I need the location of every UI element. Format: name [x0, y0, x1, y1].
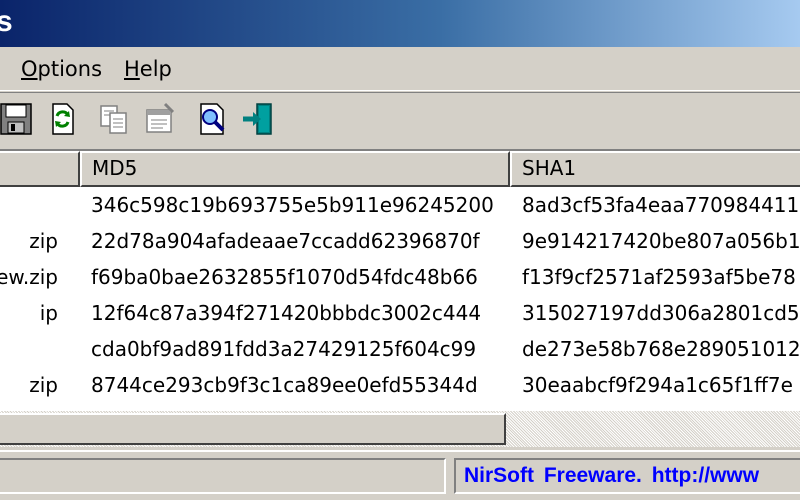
table-row[interactable]: ip 12f64c87a394f271420bbbdc3002c444 3150…	[0, 295, 800, 331]
save-icon	[0, 103, 32, 135]
menu-help-label: elp	[139, 57, 172, 81]
toolbar	[0, 92, 800, 148]
cell-filename: zip	[29, 229, 58, 253]
menu-help-mnemonic: H	[124, 57, 140, 81]
menu-help[interactable]: Help	[120, 55, 176, 85]
cell-md5: f69ba0bae2632855f1070d54fdc48b66	[91, 265, 478, 289]
cell-sha1: de273e58b768e289051012	[522, 337, 800, 361]
nirsoft-link[interactable]: NirSoft Freeware. http://www	[464, 460, 759, 492]
cell-md5: 8744ce293cb9f3c1ca89ee0efd55344d	[91, 373, 478, 397]
column-header-filename[interactable]	[0, 151, 80, 187]
scrollbar-thumb[interactable]	[0, 413, 506, 445]
exit-button[interactable]	[238, 99, 278, 139]
cell-md5: 12f64c87a394f271420bbbdc3002c444	[91, 301, 482, 325]
horizontal-scrollbar[interactable]	[0, 411, 800, 447]
cell-filename: ew.zip	[0, 265, 58, 289]
status-bar: NirSoft Freeware. http://www	[0, 450, 800, 500]
cell-sha1: 9e914217420be807a056b1	[522, 229, 800, 253]
column-header-sha1[interactable]: SHA1	[510, 151, 800, 187]
cell-md5: 22d78a904afadeaae7ccadd62396870f	[91, 229, 480, 253]
cell-filename	[0, 187, 80, 223]
refresh-button[interactable]	[42, 99, 82, 139]
cell-sha1: 30eaabcf9f294a1c65f1ff7e	[522, 373, 793, 397]
list-header: MD5 SHA1	[0, 151, 800, 187]
save-button[interactable]	[0, 99, 36, 139]
table-row[interactable]: zip 22d78a904afadeaae7ccadd62396870f 9e9…	[0, 223, 800, 259]
table-row[interactable]: 346c598c19b693755e5b911e96245200 8ad3cf5…	[0, 187, 800, 223]
cell-sha1: 315027197dd306a2801cd5e	[522, 301, 800, 325]
menu-options-mnemonic: O	[21, 57, 38, 81]
status-panel-link: NirSoft Freeware. http://www	[454, 458, 800, 494]
cell-sha1: 8ad3cf53fa4eaa770984411	[522, 193, 800, 217]
cell-md5: cda0bf9ad891fdd3a27429125f604c99	[91, 337, 477, 361]
properties-icon	[146, 102, 175, 133]
menu-options[interactable]: Options	[17, 55, 106, 85]
title-bar[interactable]: s	[0, 0, 800, 47]
find-icon	[200, 103, 225, 135]
menu-bar: Options Help	[0, 47, 800, 91]
cell-md5: 346c598c19b693755e5b911e96245200	[91, 193, 494, 217]
copy-icon	[100, 105, 127, 134]
menu-options-label: ptions	[37, 57, 103, 81]
cell-filename: ip	[39, 301, 58, 325]
cell-sha1: f13f9cf2571af2593af5be78	[522, 265, 796, 289]
cell-filename: zip	[29, 373, 58, 397]
window-title: s	[0, 5, 13, 38]
column-header-md5[interactable]: MD5	[80, 151, 510, 187]
status-panel-info	[0, 458, 446, 494]
table-row[interactable]: ew.zip f69ba0bae2632855f1070d54fdc48b66 …	[0, 259, 800, 295]
table-row[interactable]: cda0bf9ad891fdd3a27429125f604c99 de273e5…	[0, 331, 800, 367]
find-button[interactable]	[192, 99, 232, 139]
cell-filename	[0, 331, 80, 367]
hash-utility-window: s Options Help MD5 SHA1 346c598c19b69375…	[0, 0, 800, 500]
hash-list-view[interactable]: MD5 SHA1 346c598c19b693755e5b911e9624520…	[0, 149, 800, 411]
table-row[interactable]: zip 8744ce293cb9f3c1ca89ee0efd55344d 30e…	[0, 367, 800, 403]
properties-button[interactable]	[140, 99, 180, 139]
copy-button[interactable]	[94, 99, 134, 139]
refresh-icon	[52, 103, 74, 135]
exit-icon	[243, 103, 272, 135]
